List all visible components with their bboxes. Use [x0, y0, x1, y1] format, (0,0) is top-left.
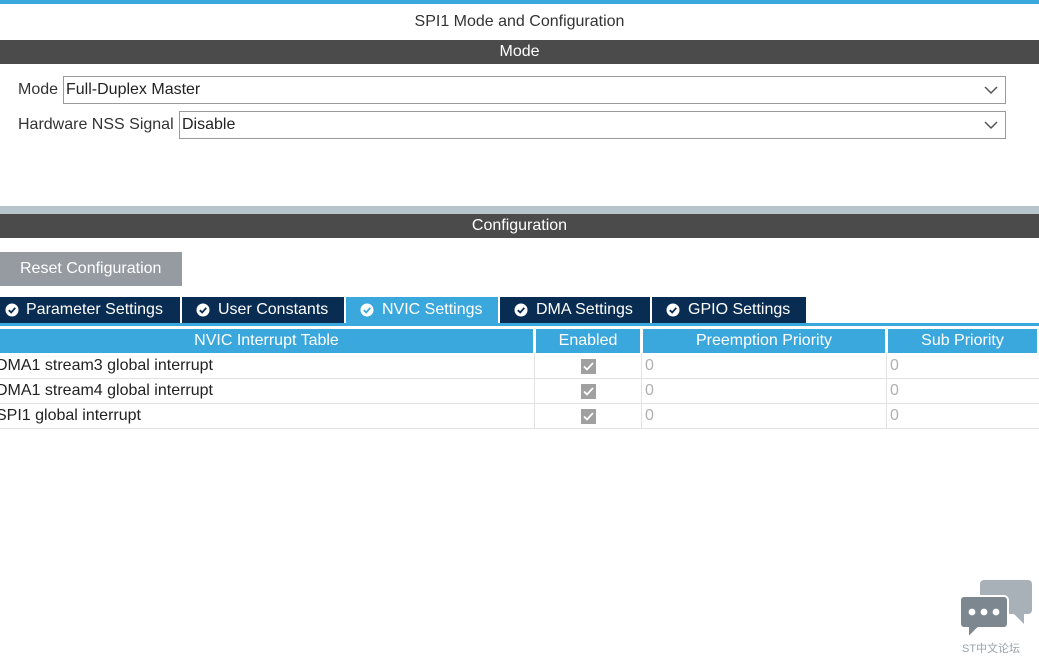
enabled-checkbox[interactable]: [581, 409, 596, 424]
column-header-interrupt[interactable]: NVIC Interrupt Table: [0, 329, 533, 353]
check-circle-icon: [666, 303, 680, 317]
preemption-priority-cell[interactable]: 0: [641, 354, 886, 379]
column-header-sub-priority[interactable]: Sub Priority: [888, 329, 1037, 353]
interrupt-name: SPI1 global interrupt: [0, 407, 141, 424]
sub-priority-cell[interactable]: 0: [886, 354, 1039, 379]
check-circle-icon: [514, 303, 528, 317]
tab-user-constants[interactable]: User Constants: [182, 297, 344, 323]
enabled-cell: [534, 379, 641, 404]
check-circle-icon: [196, 303, 210, 317]
tab-dma-settings[interactable]: DMA Settings: [500, 297, 650, 323]
tab-label: DMA Settings: [536, 301, 633, 318]
table-row[interactable]: DMA1 stream4 global interrupt 0 0: [0, 379, 1039, 404]
mode-select-value: Full-Duplex Master: [66, 81, 201, 98]
sub-priority-cell[interactable]: 0: [886, 404, 1039, 429]
interrupt-name: DMA1 stream3 global interrupt: [0, 357, 213, 374]
tab-gpio-settings[interactable]: GPIO Settings: [652, 297, 806, 323]
mode-select[interactable]: Full-Duplex Master: [63, 76, 1006, 104]
section-separator: [0, 206, 1039, 214]
enabled-cell: [534, 354, 641, 379]
sub-priority-cell[interactable]: 0: [886, 379, 1039, 404]
table-row[interactable]: SPI1 global interrupt 0 0: [0, 404, 1039, 429]
enabled-checkbox[interactable]: [581, 359, 596, 374]
preemption-priority-cell[interactable]: 0: [641, 379, 886, 404]
interrupt-name-cell: DMA1 stream4 global interrupt: [0, 379, 534, 404]
nss-select-value: Disable: [182, 116, 236, 133]
check-circle-icon: [5, 303, 19, 317]
tab-nvic-settings[interactable]: NVIC Settings: [346, 297, 498, 323]
tab-label: User Constants: [218, 301, 329, 318]
nss-label: Hardware NSS Signal: [18, 116, 174, 133]
check-circle-icon: [360, 303, 374, 317]
enabled-cell: [534, 404, 641, 429]
tab-label: Parameter Settings: [26, 301, 163, 318]
window-title: SPI1 Mode and Configuration: [414, 13, 625, 30]
mode-section-header: Mode: [0, 40, 1039, 64]
configuration-section-header: Configuration: [0, 214, 1039, 238]
column-header-enabled[interactable]: Enabled: [536, 329, 640, 353]
watermark-text: ST中文论坛: [962, 643, 1021, 655]
enabled-checkbox[interactable]: [581, 384, 596, 399]
interrupt-name-cell: SPI1 global interrupt: [0, 404, 534, 429]
table-header-row: NVIC Interrupt Table Enabled Preemption …: [0, 329, 1039, 353]
tab-label: GPIO Settings: [688, 301, 791, 318]
column-header-preemption[interactable]: Preemption Priority: [643, 329, 885, 353]
interrupt-name-cell: DMA1 stream3 global interrupt: [0, 354, 534, 379]
tab-parameter-settings[interactable]: Parameter Settings: [0, 297, 180, 323]
chevron-down-icon: [984, 86, 998, 95]
reset-configuration-button[interactable]: Reset Configuration: [0, 252, 182, 286]
tab-label: NVIC Settings: [382, 301, 483, 318]
mode-label: Mode: [18, 81, 59, 98]
nss-select[interactable]: Disable: [179, 111, 1006, 139]
chevron-down-icon: [984, 121, 998, 130]
preemption-priority-cell[interactable]: 0: [641, 404, 886, 429]
interrupt-name: DMA1 stream4 global interrupt: [0, 382, 213, 399]
table-row[interactable]: DMA1 stream3 global interrupt 0 0: [0, 354, 1039, 379]
tabs-underline: [0, 323, 1039, 326]
